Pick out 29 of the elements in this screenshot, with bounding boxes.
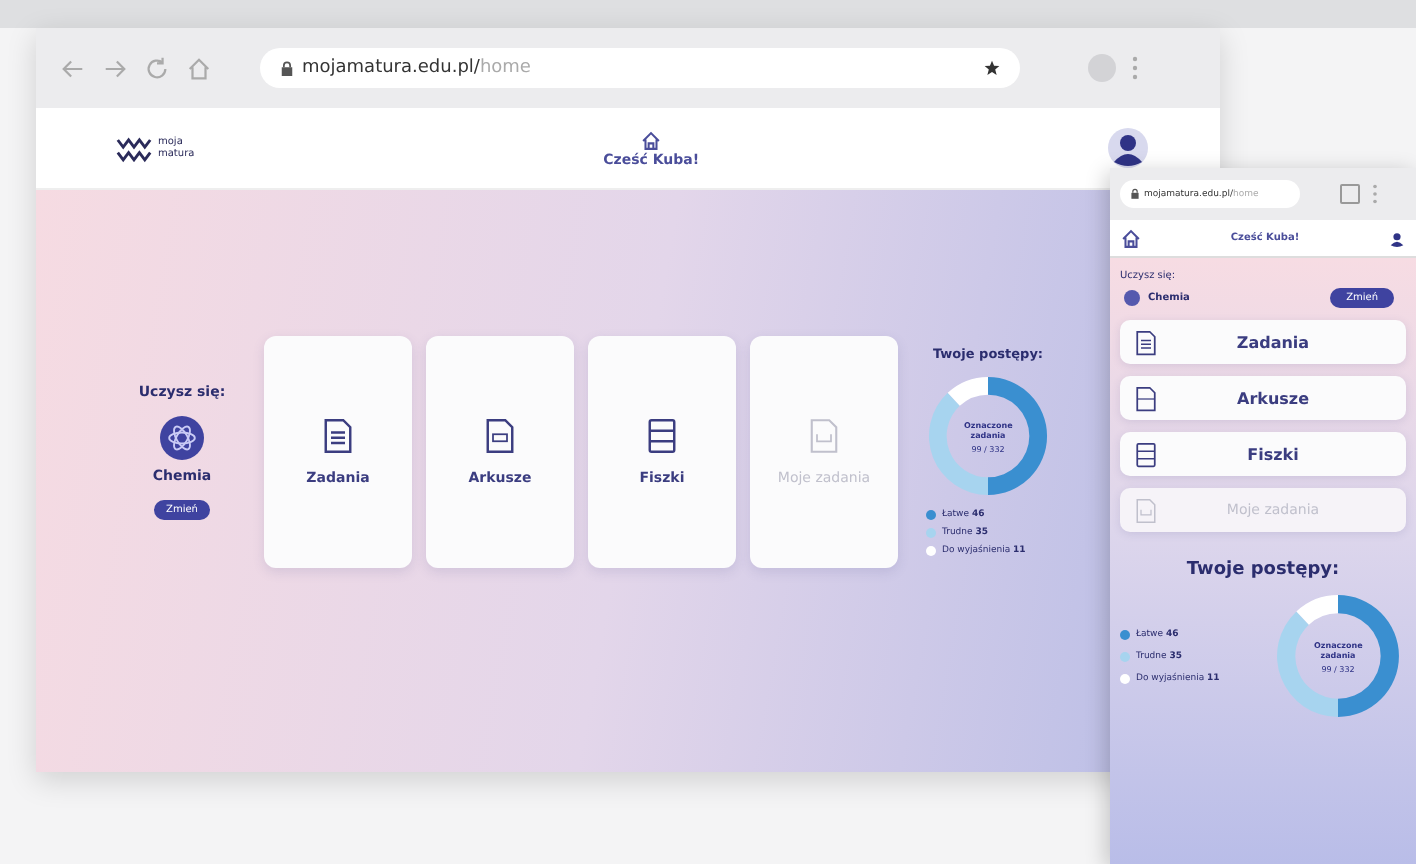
section-row[interactable]: Arkusze xyxy=(1120,376,1406,420)
star-icon[interactable] xyxy=(984,60,1000,76)
document-icon xyxy=(486,417,514,453)
back-icon[interactable] xyxy=(60,55,86,81)
section-row[interactable]: Zadania xyxy=(1120,320,1406,364)
lock-icon xyxy=(1130,188,1140,200)
address-bar[interactable]: mojamatura.edu.pl/home xyxy=(260,48,1020,88)
forward-icon[interactable] xyxy=(102,55,128,81)
menu-icon[interactable] xyxy=(1132,56,1138,80)
document-icon xyxy=(1136,329,1156,355)
avatar-icon[interactable] xyxy=(1108,128,1148,168)
avatar-icon[interactable] xyxy=(1388,229,1406,247)
atom-icon xyxy=(160,415,204,459)
section-row[interactable]: Fiszki xyxy=(1120,432,1406,476)
progress-title: Twoje postępy: xyxy=(1184,560,1342,580)
reload-icon[interactable] xyxy=(144,55,170,81)
subject-icon xyxy=(1124,290,1140,306)
document-icon xyxy=(324,417,352,453)
flashcards-icon xyxy=(1136,441,1156,467)
home-icon[interactable] xyxy=(640,129,663,151)
document-icon xyxy=(1136,497,1156,523)
flashcards-icon xyxy=(648,417,676,453)
document-icon xyxy=(1136,385,1156,411)
document-icon xyxy=(810,417,838,453)
menu-icon[interactable] xyxy=(1372,184,1378,204)
tabs-icon[interactable] xyxy=(1340,184,1360,204)
home-icon[interactable] xyxy=(1120,227,1142,249)
lock-icon xyxy=(280,59,294,77)
profile-icon[interactable] xyxy=(1088,54,1116,82)
